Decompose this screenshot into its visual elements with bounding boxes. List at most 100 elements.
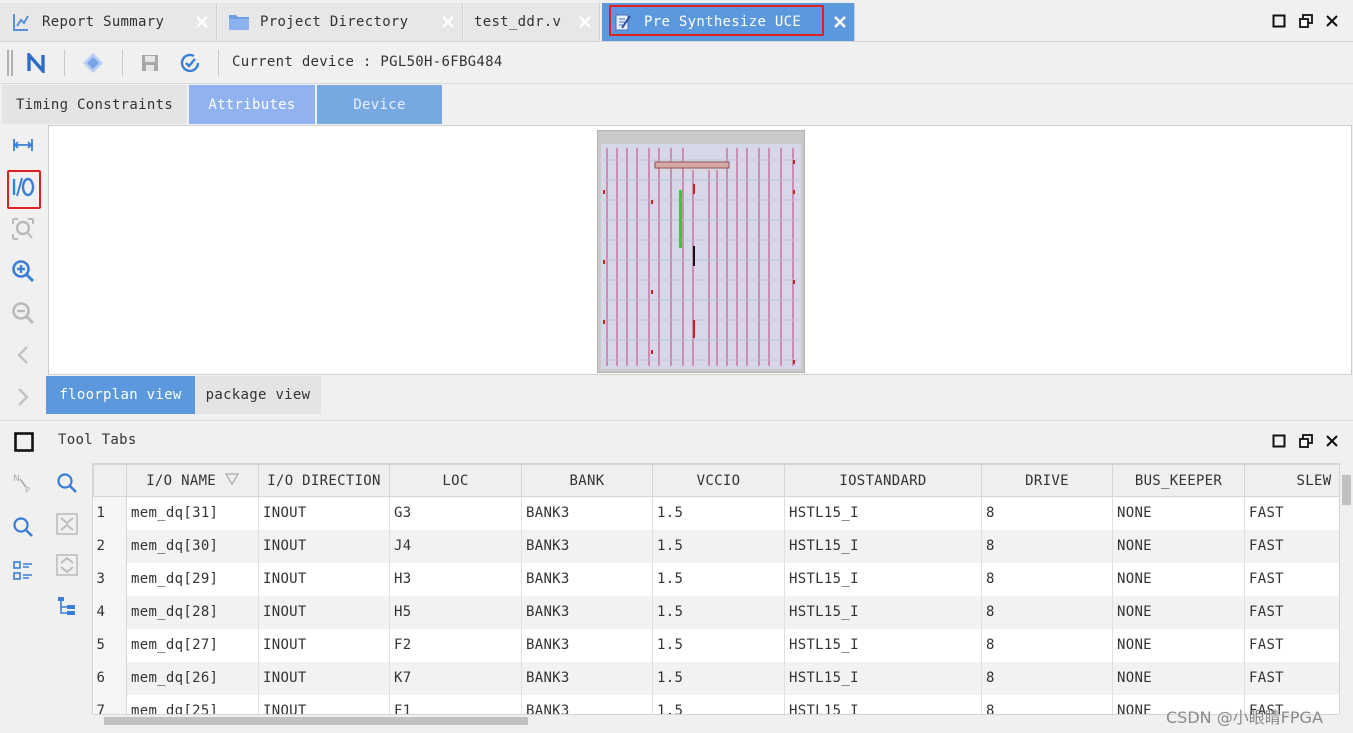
table-cell[interactable]: mem_dq[28] — [126, 595, 259, 629]
table-cell[interactable]: BANK3 — [521, 694, 653, 714]
scroll-thumb[interactable] — [104, 717, 528, 725]
column-header-vccio[interactable]: VCCIO — [652, 464, 785, 497]
table-cell[interactable]: HSTL15_I — [784, 595, 982, 629]
tab-test-ddr[interactable]: test_ddr.v — [464, 3, 600, 41]
table-cell[interactable]: INOUT — [258, 529, 390, 563]
table-cell[interactable]: 1.5 — [652, 661, 785, 695]
table-row[interactable]: 2 mem_dq[30] INOUT J4 BANK3 1.5 HSTL15_I 8 NONE F… — [93, 529, 1339, 563]
column-header-io-direction[interactable]: I/O DIRECTION — [258, 464, 390, 497]
table-cell[interactable]: 8 — [981, 529, 1113, 563]
table-search-icon[interactable] — [52, 468, 82, 498]
zoom-out-icon[interactable] — [8, 298, 38, 328]
table-cell[interactable]: BANK3 — [521, 661, 653, 695]
tree-view-icon[interactable] — [52, 591, 82, 621]
table-cell[interactable]: BANK3 — [521, 595, 653, 629]
table-cell[interactable]: FAST — [1244, 496, 1339, 530]
table-cell[interactable]: 8 — [981, 595, 1113, 629]
table-row[interactable]: 7 mem_dq[25] INOUT F1 BANK3 1.5 HSTL15_I 8 NONE F… — [93, 694, 1339, 714]
table-cell[interactable]: NONE — [1112, 628, 1245, 662]
fit-width-icon[interactable] — [8, 130, 38, 160]
table-row[interactable]: 5 mem_dq[27] INOUT F2 BANK3 1.5 HSTL15_I 8 NONE F… — [93, 628, 1339, 662]
collapse-icon[interactable] — [52, 509, 82, 539]
table-cell[interactable]: mem_dq[25] — [126, 694, 259, 714]
table-cell[interactable]: HSTL15_I — [784, 628, 982, 662]
table-cell[interactable]: F2 — [389, 628, 522, 662]
table-cell[interactable]: mem_dq[27] — [126, 628, 259, 662]
table-cell[interactable]: K7 — [389, 661, 522, 695]
column-header-iostandard[interactable]: IOSTANDARD — [784, 464, 982, 497]
scroll-thumb[interactable] — [1342, 475, 1351, 505]
table-cell[interactable]: 1.5 — [652, 628, 785, 662]
table-cell[interactable]: FAST — [1244, 562, 1339, 596]
table-cell[interactable]: BANK3 — [521, 496, 653, 530]
table-cell[interactable]: 1.5 — [652, 529, 785, 563]
chevron-right-icon[interactable] — [8, 382, 38, 412]
close-panel-icon[interactable] — [1323, 432, 1341, 450]
expand-icon[interactable] — [52, 550, 82, 580]
tab-attributes[interactable]: Attributes — [189, 85, 315, 124]
tab-report-summary[interactable]: Report Summary — [0, 3, 217, 41]
table-cell[interactable]: J4 — [389, 529, 522, 563]
column-header-slew[interactable]: SLEW — [1244, 464, 1339, 497]
table-cell[interactable]: INOUT — [258, 661, 390, 695]
table-cell[interactable]: NONE — [1112, 529, 1245, 563]
table-cell[interactable]: F1 — [389, 694, 522, 714]
zoom-in-icon[interactable] — [8, 256, 38, 286]
tab-floorplan-view[interactable]: floorplan view — [46, 376, 195, 414]
table-cell[interactable]: G3 — [389, 496, 522, 530]
table-row[interactable]: 3 mem_dq[29] INOUT H3 BANK3 1.5 HSTL15_I 8 NONE F… — [93, 562, 1339, 596]
check-icon[interactable] — [178, 51, 202, 75]
table-cell[interactable]: NONE — [1112, 595, 1245, 629]
table-row[interactable]: 4 mem_dq[28] INOUT H5 BANK3 1.5 HSTL15_I 8 NONE F… — [93, 595, 1339, 629]
tab-device[interactable]: Device — [317, 85, 442, 124]
tab-project-directory[interactable]: Project Directory — [218, 3, 463, 41]
table-cell[interactable]: INOUT — [258, 496, 390, 530]
restore-icon[interactable] — [1297, 432, 1315, 450]
table-cell[interactable]: 8 — [981, 562, 1113, 596]
table-cell[interactable]: HSTL15_I — [784, 496, 982, 530]
table-cell[interactable]: H3 — [389, 562, 522, 596]
table-cell[interactable]: 1.5 — [652, 496, 785, 530]
table-cell[interactable]: 8 — [981, 661, 1113, 695]
table-cell[interactable]: HSTL15_I — [784, 694, 982, 714]
table-row[interactable]: 6 mem_dq[26] INOUT K7 BANK3 1.5 HSTL15_I 8 NONE F… — [93, 661, 1339, 695]
table-cell[interactable]: 8 — [981, 628, 1113, 662]
save-icon[interactable] — [138, 51, 162, 75]
table-cell[interactable]: BANK3 — [521, 529, 653, 563]
table-cell[interactable]: NONE — [1112, 661, 1245, 695]
table-cell[interactable]: FAST — [1244, 595, 1339, 629]
table-cell[interactable]: HSTL15_I — [784, 562, 982, 596]
table-cell[interactable]: 1.5 — [652, 694, 785, 714]
column-header-bus-keeper[interactable]: BUS_KEEPER — [1112, 464, 1245, 497]
new-constraint-icon[interactable] — [24, 51, 48, 75]
table-cell[interactable]: 1.5 — [652, 595, 785, 629]
close-icon[interactable] — [438, 12, 458, 32]
floorplan-canvas[interactable] — [48, 125, 1352, 375]
table-cell[interactable]: HSTL15_I — [784, 529, 982, 563]
table-cell[interactable]: HSTL15_I — [784, 661, 982, 695]
chevron-left-icon[interactable] — [8, 340, 38, 370]
close-icon[interactable] — [192, 12, 212, 32]
table-cell[interactable]: BANK3 — [521, 628, 653, 662]
zoom-fit-icon[interactable] — [8, 214, 38, 244]
table-cell[interactable]: INOUT — [258, 694, 390, 714]
table-cell[interactable]: 1.5 — [652, 562, 785, 596]
maximize-icon[interactable] — [1270, 12, 1288, 30]
table-cell[interactable]: NONE — [1112, 562, 1245, 596]
table-cell[interactable]: 8 — [981, 496, 1113, 530]
vertical-scrollbar[interactable] — [1340, 463, 1353, 715]
diamond-icon[interactable] — [81, 51, 105, 75]
table-cell[interactable]: mem_dq[30] — [126, 529, 259, 563]
maximize-icon[interactable] — [1270, 432, 1288, 450]
column-header-loc[interactable]: LOC — [389, 464, 522, 497]
search-icon[interactable] — [8, 512, 38, 542]
tab-pre-synthesize-uce[interactable]: Pre Synthesize UCE — [602, 3, 855, 41]
table-cell[interactable]: INOUT — [258, 595, 390, 629]
table-cell[interactable]: FAST — [1244, 529, 1339, 563]
table-cell[interactable]: FAST — [1244, 661, 1339, 695]
table-cell[interactable]: NONE — [1112, 496, 1245, 530]
column-header-bank[interactable]: BANK — [521, 464, 653, 497]
close-icon[interactable] — [575, 12, 595, 32]
table-cell[interactable]: mem_dq[29] — [126, 562, 259, 596]
horizontal-scrollbar[interactable] — [92, 715, 1340, 727]
